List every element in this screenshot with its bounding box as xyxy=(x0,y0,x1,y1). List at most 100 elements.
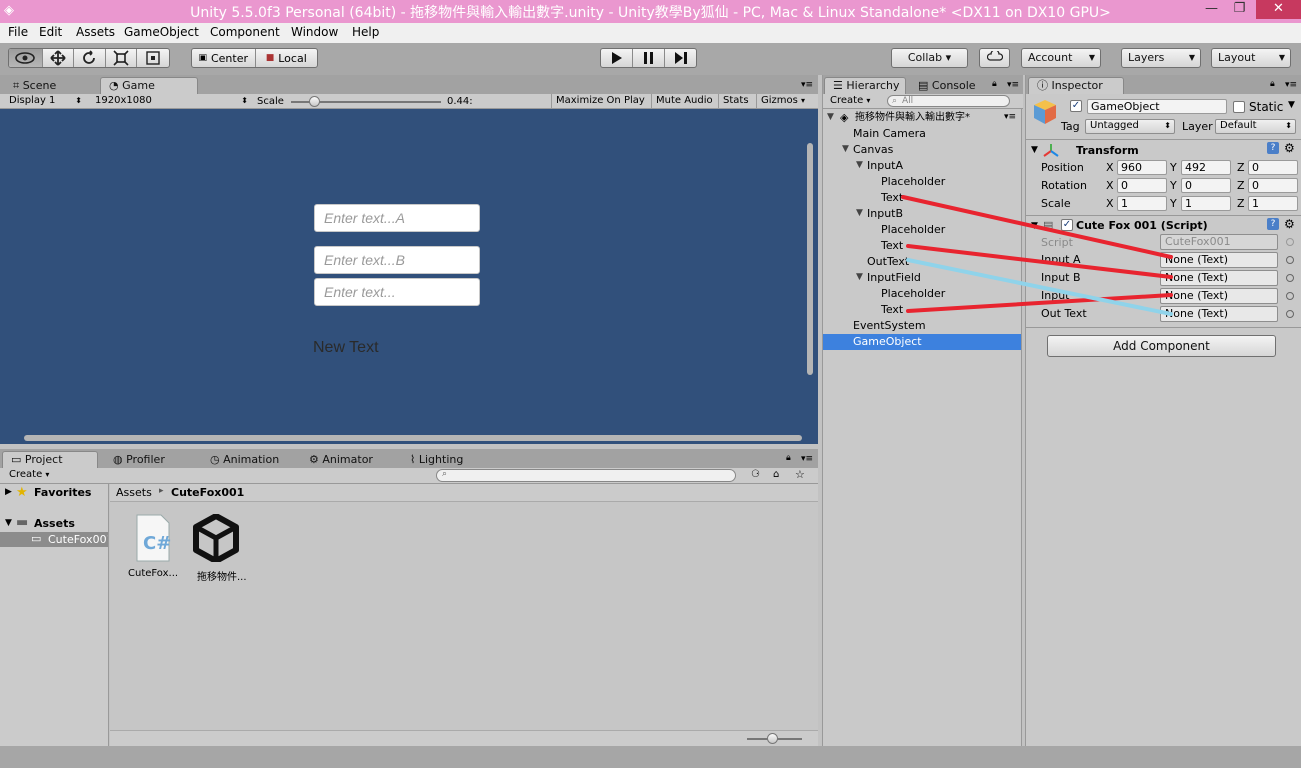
hierarchy-item-inputb[interactable]: ▼ InputB xyxy=(823,206,1021,222)
cutefox-folder-item[interactable]: ▭ CuteFox001 xyxy=(0,532,108,547)
rotation-z-field[interactable]: 0 xyxy=(1248,178,1298,193)
pivot-center-button[interactable]: ▣ Center xyxy=(192,49,256,67)
lock-icon[interactable]: 🔒︎ xyxy=(992,79,997,89)
hierarchy-item-canvas[interactable]: ▼ Canvas xyxy=(823,142,1021,158)
tab-game[interactable]: ◔ Game xyxy=(100,77,198,94)
mute-audio-toggle[interactable]: Mute Audio xyxy=(651,94,717,109)
panel-menu-icon[interactable]: ▾≡ xyxy=(801,80,813,90)
rotation-y-field[interactable]: 0 xyxy=(1181,178,1231,193)
chevron-down-icon[interactable]: ▼ xyxy=(1288,100,1295,110)
menu-window[interactable]: Window xyxy=(291,25,338,39)
target-icon[interactable] xyxy=(1286,292,1294,300)
static-checkbox[interactable] xyxy=(1233,101,1245,113)
input-field-b[interactable]: Enter text...B xyxy=(314,246,480,274)
layer-dropdown[interactable]: Default ⬍ xyxy=(1215,119,1296,134)
menu-help[interactable]: Help xyxy=(352,25,379,39)
help-book-icon[interactable]: ? xyxy=(1267,142,1279,154)
gizmos-dropdown[interactable]: Gizmos ▾ xyxy=(756,94,818,109)
scene-root-row[interactable]: ▼ ◈ 拖移物件與輸入輸出數字* ▾≡ xyxy=(823,110,1021,126)
step-button[interactable] xyxy=(665,49,696,67)
collapse-arrow-icon[interactable]: ▼ xyxy=(1031,221,1038,231)
target-icon[interactable] xyxy=(1286,310,1294,318)
target-icon[interactable] xyxy=(1286,274,1294,282)
hierarchy-item-eventsystem[interactable]: EventSystem xyxy=(823,318,1021,334)
hierarchy-item-inputa[interactable]: ▼ InputA xyxy=(823,158,1021,174)
asset-script-file[interactable]: C# CuteFox... xyxy=(124,512,184,582)
collapse-arrow-icon[interactable]: ▼ xyxy=(1031,145,1038,155)
input-field-c[interactable]: Enter text... xyxy=(314,278,480,306)
target-icon[interactable] xyxy=(1286,256,1294,264)
gear-icon[interactable]: ⚙ xyxy=(1284,217,1295,231)
input-b-field[interactable]: None (Text) xyxy=(1160,270,1278,286)
position-z-field[interactable]: 0 xyxy=(1248,160,1298,175)
input-field-a[interactable]: Enter text...A xyxy=(314,204,480,232)
layout-dropdown[interactable]: Layout ▼ xyxy=(1211,48,1291,68)
help-book-icon[interactable]: ? xyxy=(1267,218,1279,230)
pivot-local-button[interactable]: ■ Local xyxy=(256,49,318,67)
move-tool-button[interactable] xyxy=(43,49,75,67)
resolution-dropdown[interactable]: 1920x1080 ⬍ xyxy=(91,95,251,109)
rect-tool-button[interactable] xyxy=(137,49,169,67)
tab-inspector[interactable]: ⓘ Inspector xyxy=(1028,77,1124,94)
panel-menu-icon[interactable]: ▾≡ xyxy=(801,454,813,464)
minimize-button[interactable]: — xyxy=(1198,0,1225,19)
script-component-title[interactable]: Cute Fox 001 (Script) xyxy=(1076,219,1208,232)
breadcrumb-current[interactable]: CuteFox001 xyxy=(171,486,244,499)
display-dropdown[interactable]: Display 1 ⬍ xyxy=(5,95,85,109)
menu-gameobject[interactable]: GameObject xyxy=(124,25,199,39)
hierarchy-item-gameobject[interactable]: GameObject xyxy=(823,334,1021,350)
favorite-star-icon[interactable]: ☆ xyxy=(795,468,805,481)
layers-dropdown[interactable]: Layers ▼ xyxy=(1121,48,1201,68)
filter-type-icon[interactable]: ⚆ xyxy=(751,469,760,480)
add-component-button[interactable]: Add Component xyxy=(1047,335,1276,357)
menu-component[interactable]: Component xyxy=(210,25,280,39)
out-text-field[interactable]: None (Text) xyxy=(1160,306,1278,322)
hierarchy-item-text-c[interactable]: Text xyxy=(823,302,1021,318)
collab-button[interactable]: Collab ▾ xyxy=(891,48,968,68)
tab-console[interactable]: ▤ Console xyxy=(909,77,989,94)
tab-lighting[interactable]: ⌇ Lighting xyxy=(401,451,491,468)
transform-title[interactable]: Transform xyxy=(1076,144,1139,157)
hierarchy-item-outtext[interactable]: OutText xyxy=(823,254,1021,270)
vertical-scrollbar[interactable] xyxy=(807,143,813,375)
tab-project[interactable]: ▭ Project xyxy=(2,451,98,468)
component-enabled-checkbox[interactable]: ✓ xyxy=(1061,219,1073,231)
horizontal-scrollbar[interactable] xyxy=(24,435,802,441)
input-c-field[interactable]: None (Text) xyxy=(1160,288,1278,304)
hierarchy-item-text-b[interactable]: Text xyxy=(823,238,1021,254)
menu-edit[interactable]: Edit xyxy=(39,25,62,39)
stats-toggle[interactable]: Stats xyxy=(718,94,753,109)
pause-button[interactable] xyxy=(633,49,665,67)
rotate-tool-button[interactable] xyxy=(74,49,106,67)
asset-scene-file[interactable]: 拖移物件... xyxy=(188,512,248,583)
collapse-arrow-icon[interactable]: ▼ xyxy=(5,518,12,528)
hierarchy-search-input[interactable]: ⌕ All xyxy=(887,95,1010,107)
tab-profiler[interactable]: ◍ Profiler xyxy=(104,451,194,468)
hierarchy-item-placeholder[interactable]: Placeholder xyxy=(823,174,1021,190)
scale-tool-button[interactable] xyxy=(106,49,138,67)
panel-menu-icon[interactable]: ▾≡ xyxy=(1007,80,1019,90)
hierarchy-create-dropdown[interactable]: Create ▾ xyxy=(826,95,878,109)
project-search-input[interactable]: ⌕ xyxy=(436,469,736,482)
gear-icon[interactable]: ⚙ xyxy=(1284,141,1295,155)
close-button[interactable]: ✕ xyxy=(1256,0,1301,19)
project-create-dropdown[interactable]: Create ▾ xyxy=(5,469,57,483)
position-x-field[interactable]: 960 xyxy=(1117,160,1167,175)
hierarchy-item-inputfield[interactable]: ▼ InputField xyxy=(823,270,1021,286)
lock-icon[interactable]: 🔒︎ xyxy=(1270,79,1275,89)
input-a-field[interactable]: None (Text) xyxy=(1160,252,1278,268)
rotation-x-field[interactable]: 0 xyxy=(1117,178,1167,193)
scale-y-field[interactable]: 1 xyxy=(1181,196,1231,211)
tab-animation[interactable]: ◷ Animation xyxy=(201,451,296,468)
view-tool-button[interactable] xyxy=(9,49,43,67)
menu-file[interactable]: File xyxy=(8,25,28,39)
object-name-field[interactable]: GameObject xyxy=(1087,99,1227,114)
account-dropdown[interactable]: Account ▼ xyxy=(1021,48,1101,68)
tab-hierarchy[interactable]: ☰ Hierarchy xyxy=(824,77,906,94)
scene-menu-icon[interactable]: ▾≡ xyxy=(1004,110,1016,125)
scale-z-field[interactable]: 1 xyxy=(1248,196,1298,211)
tab-scene[interactable]: ⌗ Scene xyxy=(4,77,98,94)
hierarchy-item-placeholder[interactable]: Placeholder xyxy=(823,222,1021,238)
maximize-button[interactable]: ❐ xyxy=(1226,0,1253,19)
expand-arrow-icon[interactable]: ▶ xyxy=(5,487,12,497)
